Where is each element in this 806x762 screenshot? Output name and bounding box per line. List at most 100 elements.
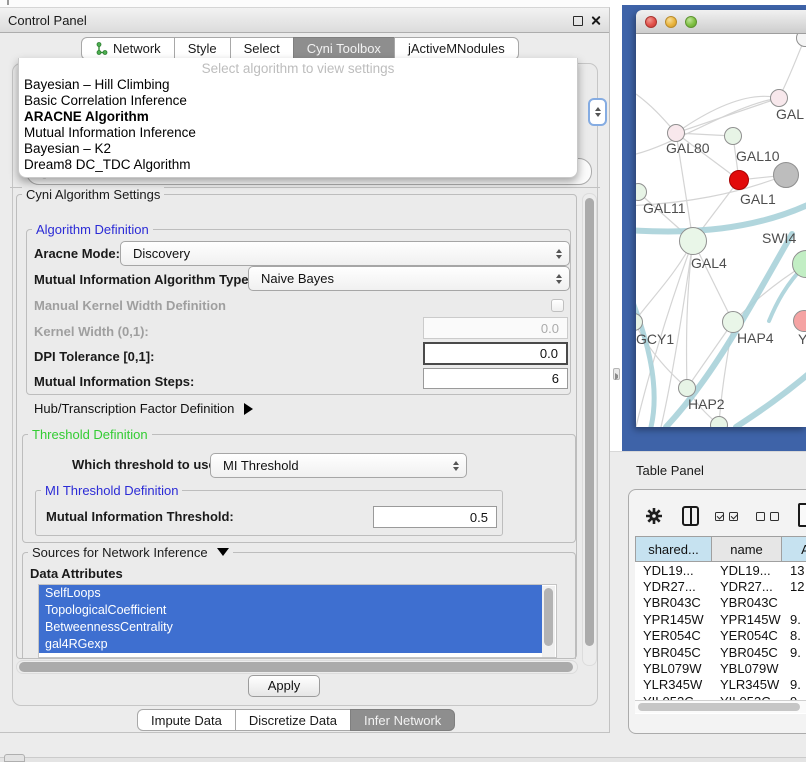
column-header-shared-name[interactable]: shared... — [635, 536, 712, 562]
gear-icon[interactable] — [645, 507, 663, 525]
network-window-titlebar[interactable] — [636, 10, 806, 34]
algorithm-option-bayesian-k2[interactable]: Bayesian – K2 — [19, 141, 577, 157]
algorithm-option-basic-correlation[interactable]: Basic Correlation Inference — [19, 93, 577, 109]
tab-select[interactable]: Select — [230, 37, 294, 60]
kernel-width-label: Kernel Width (0,1): — [34, 324, 149, 339]
node-GAL4[interactable] — [679, 227, 707, 255]
window-minimize-icon[interactable] — [665, 16, 677, 28]
window-close-icon[interactable] — [645, 16, 657, 28]
cell: 9. — [782, 677, 806, 692]
node-label-GAL10: GAL10 — [736, 148, 780, 164]
table-horizontal-scrollbar[interactable] — [635, 700, 806, 713]
table-row[interactable]: YDL19...YDL19...13 — [635, 562, 806, 578]
which-threshold-label: Which threshold to use: — [72, 457, 220, 472]
combo-spinner-icon — [556, 274, 562, 284]
hub-definition-expander[interactable]: Hub/Transcription Factor Definition — [34, 401, 253, 416]
manual-kernel-width-label: Manual Kernel Width Definition — [34, 298, 226, 313]
table-row[interactable]: YLR345WYLR345W9. — [635, 677, 806, 693]
node-unlabeled-5[interactable] — [773, 162, 799, 188]
combo-spinner-icon — [556, 249, 562, 259]
algorithm-option-bayesian-hill-climbing[interactable]: Bayesian – Hill Climbing — [19, 77, 577, 93]
attribute-list-scroll-thumb[interactable] — [544, 588, 553, 646]
table-row[interactable]: YER054CYER054C8. — [635, 628, 806, 644]
cell: YLR345W — [712, 677, 782, 692]
window-zoom-icon[interactable] — [685, 16, 697, 28]
settings-vertical-scrollbar[interactable] — [582, 193, 597, 666]
split-panel-icon[interactable] — [682, 506, 699, 526]
tab-impute-data-label: Impute Data — [151, 710, 222, 731]
algorithm-definition-title: Algorithm Definition — [32, 222, 153, 237]
node-GAL1[interactable] — [729, 170, 749, 190]
table-row[interactable]: YBR043CYBR043C — [635, 595, 806, 611]
algorithm-option-mutual-information[interactable]: Mutual Information Inference — [19, 125, 577, 141]
table-row[interactable]: YBR045CYBR045C9. — [635, 644, 806, 660]
tab-jactivemnodules[interactable]: jActiveMNodules — [394, 37, 519, 60]
list-item-topologicalcoefficient[interactable]: TopologicalCoefficient — [39, 602, 542, 619]
node-label-GAL: GAL — [776, 106, 804, 122]
cell: YDL19... — [635, 563, 712, 578]
kernel-width-field[interactable]: 0.0 — [423, 317, 568, 339]
attribute-list-scrollbar[interactable] — [542, 586, 555, 657]
cell: 12 — [782, 579, 806, 594]
data-attributes-list: SelfLoops TopologicalCoefficient Between… — [38, 584, 557, 658]
table-row[interactable]: YPR145WYPR145W9. — [635, 611, 806, 627]
tab-cyni-toolbox[interactable]: Cyni Toolbox — [293, 37, 395, 60]
settings-horizontal-scroll-thumb[interactable] — [19, 662, 573, 672]
list-item-betweennesscentrality[interactable]: BetweennessCentrality — [39, 619, 542, 636]
settings-horizontal-scrollbar[interactable] — [16, 660, 578, 674]
document-icon[interactable] — [798, 503, 806, 527]
close-icon[interactable] — [590, 15, 601, 26]
control-panel-window: Control Panel Network Style Select Cyni … — [0, 7, 610, 733]
cutoff-bottom-icon — [4, 754, 25, 762]
mi-steps-field[interactable]: 6 — [423, 368, 568, 389]
combo-spinner-icon — [595, 107, 601, 117]
hide-columns-icon[interactable] — [756, 512, 779, 521]
node-GAL10[interactable] — [724, 127, 742, 145]
mi-steps-label: Mutual Information Steps: — [34, 374, 194, 389]
sources-group-title[interactable]: Sources for Network Inference — [28, 545, 233, 560]
tab-style[interactable]: Style — [174, 37, 231, 60]
settings-vertical-scroll-thumb[interactable] — [585, 198, 594, 646]
algorithm-option-dream8[interactable]: Dream8 DC_TDC Algorithm — [19, 157, 577, 173]
node-GAL[interactable] — [770, 89, 788, 107]
tab-network[interactable]: Network — [81, 37, 175, 60]
bottom-edge-strip — [0, 757, 806, 762]
split-pane-handle[interactable] — [613, 368, 620, 380]
cell: YPR145W — [712, 612, 782, 627]
table-horizontal-scroll-thumb[interactable] — [638, 703, 800, 711]
table-panel-section: Table Panel shared... — [610, 451, 806, 757]
dpi-tolerance-field[interactable]: 0.0 — [423, 342, 568, 365]
node-unlabeled-13[interactable] — [710, 416, 728, 427]
tab-select-label: Select — [244, 38, 280, 59]
list-item-selfloops[interactable]: SelfLoops — [39, 585, 542, 602]
column-header-name[interactable]: name — [712, 536, 782, 562]
node-HAP2[interactable] — [678, 379, 696, 397]
tab-infer-network[interactable]: Infer Network — [350, 709, 455, 731]
aracne-mode-combo[interactable]: Discovery — [120, 241, 570, 266]
cell: 13 — [782, 563, 806, 578]
node-table: shared... name A YDL19...YDL19...13 YDR2… — [635, 536, 806, 714]
node-label-GAL11: GAL11 — [643, 200, 686, 216]
manual-kernel-width-checkbox[interactable] — [551, 299, 564, 312]
table-row[interactable]: YDR27...YDR27...12 — [635, 578, 806, 594]
network-canvas[interactable]: GALGAL80GAL10GAL1GAL11GAL4SWI4HAP4YGCY1H… — [636, 34, 806, 427]
tab-impute-data[interactable]: Impute Data — [137, 709, 236, 731]
cell: YPR145W — [635, 612, 712, 627]
which-threshold-combo[interactable]: MI Threshold — [210, 453, 467, 478]
apply-button[interactable]: Apply — [248, 675, 320, 697]
show-checked-columns-icon[interactable] — [715, 512, 738, 521]
column-header-partial[interactable]: A — [782, 536, 806, 562]
algorithm-popup-placeholder: Select algorithm to view settings — [19, 61, 577, 77]
dpi-tolerance-label: DPI Tolerance [0,1]: — [34, 349, 154, 364]
tab-discretize-data[interactable]: Discretize Data — [235, 709, 351, 731]
network-icon — [95, 42, 108, 55]
mi-algorithm-type-combo[interactable]: Naive Bayes — [248, 266, 570, 291]
algorithm-option-aracne[interactable]: ARACNE Algorithm — [19, 109, 577, 125]
combo-spinner-icon — [453, 461, 459, 471]
float-icon[interactable] — [573, 16, 583, 26]
aracne-mode-label: Aracne Mode: — [34, 246, 120, 261]
mi-threshold-field[interactable]: 0.5 — [373, 506, 497, 528]
list-item-gal4rgexp[interactable]: gal4RGexp — [39, 636, 542, 653]
focused-combo-button[interactable] — [588, 98, 607, 126]
table-row[interactable]: YBL079WYBL079W — [635, 660, 806, 676]
